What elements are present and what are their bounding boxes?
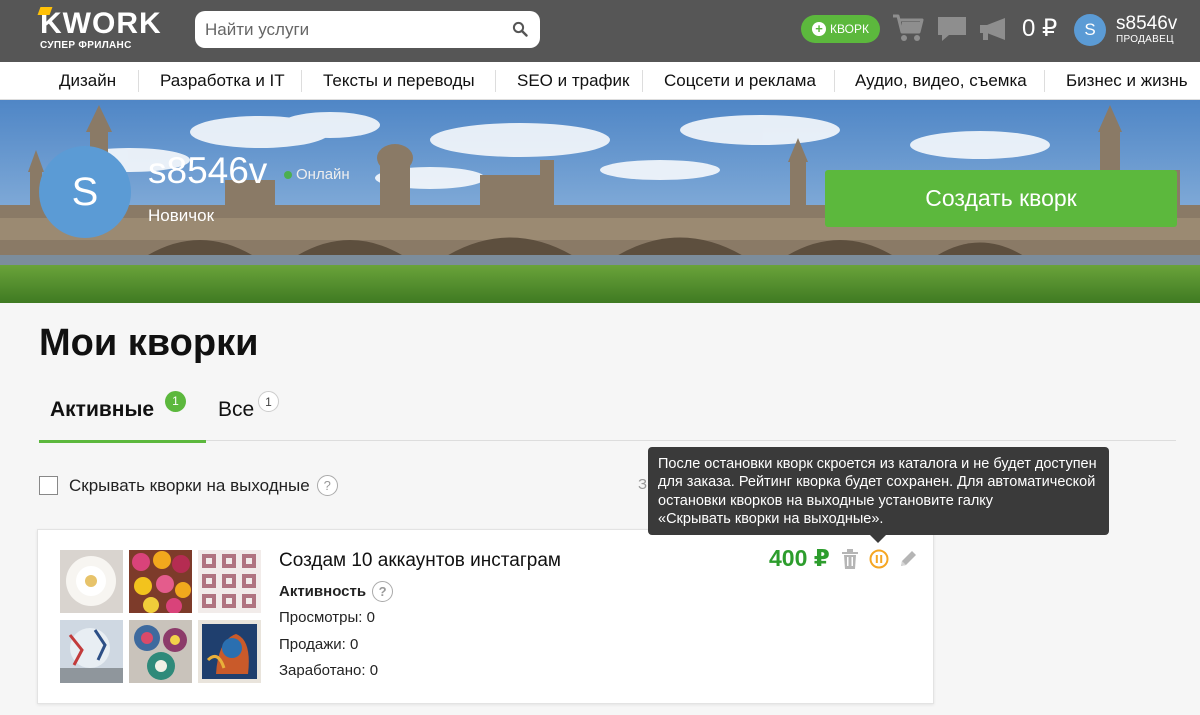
tab-active-count: 1	[165, 391, 186, 412]
active-tab-underline	[39, 440, 206, 443]
gallery-image[interactable]	[129, 550, 192, 613]
logo-wordmark: KWORK	[37, 7, 162, 39]
gallery-image[interactable]	[129, 620, 192, 683]
kwork-gallery[interactable]	[60, 550, 261, 684]
kwork-logo[interactable]: KWORK СУПЕР ФРИЛАНС	[37, 7, 162, 51]
add-kwork-label: КВОРК	[830, 22, 869, 36]
tab-active[interactable]: Активные 1	[39, 384, 206, 443]
profile-username: s8546v	[148, 150, 268, 191]
nav-divider	[834, 70, 835, 92]
trash-icon[interactable]	[841, 549, 859, 569]
online-status: Онлайн	[284, 166, 350, 183]
megaphone-icon[interactable]	[978, 16, 1008, 42]
category-texts[interactable]: Тексты и переводы	[323, 62, 475, 100]
kwork-tabs: Активные 1 Все 1	[39, 384, 1176, 443]
search-input[interactable]	[205, 11, 505, 48]
message-icon[interactable]	[937, 16, 967, 42]
category-development[interactable]: Разработка и IT	[160, 62, 285, 100]
plus-icon: +	[812, 22, 827, 36]
tooltip-line: «Скрывать кворки на выходные».	[658, 510, 884, 527]
tab-active-label: Активные	[50, 398, 155, 421]
tab-all[interactable]: Все 1	[207, 384, 297, 441]
gallery-image[interactable]	[198, 620, 261, 683]
tooltip-line: для заказа. Рейтинг кворка будет сохране…	[658, 474, 1096, 491]
add-kwork-button[interactable]: + КВОРК	[801, 15, 880, 43]
online-dot-icon	[284, 170, 292, 179]
search-icon[interactable]	[512, 21, 528, 37]
kwork-price: 400 ₽	[769, 545, 830, 571]
pause-tooltip: После остановки кворк скроется из катало…	[648, 447, 1109, 535]
balance-amount[interactable]: 0 ₽	[1022, 14, 1057, 43]
help-icon[interactable]: ?	[316, 475, 338, 496]
hide-on-weekends-checkbox[interactable]	[39, 476, 58, 495]
profile-avatar[interactable]: S	[39, 146, 131, 238]
views-stat: Просмотры: 0	[279, 609, 375, 626]
activity-heading: Активность ?	[279, 581, 394, 602]
activity-label: Активность	[279, 583, 367, 600]
top-header: KWORK СУПЕР ФРИЛАНС + КВОРК 0 ₽ S s8546v…	[0, 0, 1200, 62]
obscured-text: З	[638, 476, 648, 493]
avatar[interactable]: S	[1074, 14, 1106, 46]
user-menu[interactable]: s8546v ПРОДАВЕЦ	[1116, 13, 1177, 46]
tab-all-count: 1	[258, 391, 279, 412]
pencil-icon[interactable]	[898, 549, 918, 569]
seller-level: Новичок	[148, 206, 215, 225]
nav-divider	[1044, 70, 1045, 92]
logo-tagline: СУПЕР ФРИЛАНС	[40, 40, 132, 51]
tooltip-arrow	[870, 535, 886, 543]
kwork-title[interactable]: Создам 10 аккаунтов инстаграм	[279, 550, 561, 572]
online-status-label: Онлайн	[296, 166, 350, 183]
tooltip-line: После остановки кворк скроется из катало…	[658, 456, 1097, 472]
category-social[interactable]: Соцсети и реклама	[664, 62, 816, 100]
gallery-image[interactable]	[198, 550, 261, 613]
help-icon[interactable]: ?	[372, 581, 394, 602]
cart-icon[interactable]	[891, 12, 925, 44]
nav-divider	[138, 70, 139, 92]
category-design[interactable]: Дизайн	[59, 62, 116, 100]
page-title: Мои кворки	[39, 322, 259, 364]
tooltip-line: остановки кворков на выходные установите…	[658, 492, 994, 509]
hide-on-weekends-option: Скрывать кворки на выходные ?	[39, 475, 338, 496]
search-box	[195, 11, 540, 48]
profile-cover: S s8546v Онлайн Новичок Создать кворк	[0, 100, 1200, 303]
hide-on-weekends-label[interactable]: Скрывать кворки на выходные	[69, 476, 310, 496]
category-nav: Дизайн Разработка и IT Тексты и переводы…	[0, 62, 1200, 100]
header-user-role: ПРОДАВЕЦ	[1116, 34, 1174, 45]
create-kwork-button[interactable]: Создать кворк	[825, 170, 1177, 227]
earned-stat: Заработано: 0	[279, 662, 379, 679]
pause-icon[interactable]	[869, 549, 889, 569]
nav-divider	[642, 70, 643, 92]
category-seo[interactable]: SEO и трафик	[517, 62, 629, 100]
nav-divider	[301, 70, 302, 92]
nav-divider	[495, 70, 496, 92]
gallery-image[interactable]	[60, 620, 123, 683]
category-business[interactable]: Бизнес и жизнь	[1066, 62, 1188, 100]
category-audio-video[interactable]: Аудио, видео, съемка	[855, 62, 1027, 100]
gallery-image[interactable]	[60, 550, 123, 613]
header-username: s8546v	[1116, 13, 1178, 34]
kwork-card: Создам 10 аккаунтов инстаграм Активность…	[37, 529, 934, 704]
sales-stat: Продажи: 0	[279, 636, 359, 653]
tab-all-label: Все	[218, 398, 255, 421]
